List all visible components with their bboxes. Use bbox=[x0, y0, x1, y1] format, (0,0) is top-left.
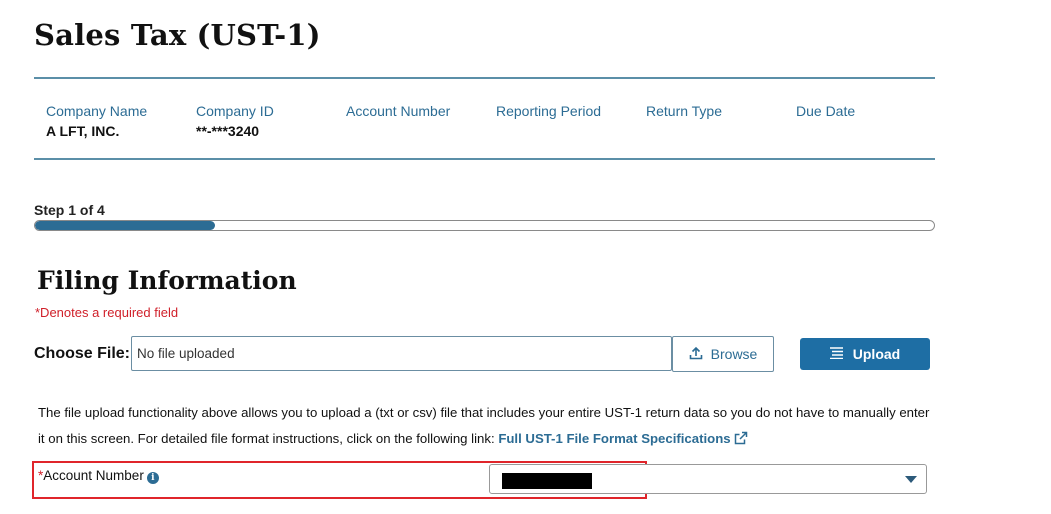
company-name-field: Company Name A LFT, INC. bbox=[46, 103, 196, 139]
section-title: Filing Information bbox=[37, 266, 297, 295]
company-id-field: Company ID **-***3240 bbox=[196, 103, 346, 139]
progress-bar bbox=[34, 220, 935, 231]
reporting-period-info: Reporting Period bbox=[496, 103, 646, 119]
company-id-label: Company ID bbox=[196, 103, 274, 119]
upload-button[interactable]: Upload bbox=[800, 338, 930, 370]
help-text-body: The file upload functionality above allo… bbox=[38, 405, 930, 446]
return-type-info: Return Type bbox=[646, 103, 796, 119]
filing-info-bar: Company Name A LFT, INC. Company ID **-*… bbox=[34, 77, 935, 160]
account-number-select[interactable] bbox=[489, 464, 927, 494]
account-number-label: *Account Number i bbox=[38, 468, 159, 484]
redacted-value bbox=[502, 473, 592, 489]
page-title: Sales Tax (UST-1) bbox=[34, 18, 321, 52]
upload-arrow-icon bbox=[689, 346, 703, 363]
step-indicator: Step 1 of 4 bbox=[34, 202, 105, 218]
progress-bar-fill bbox=[35, 221, 215, 230]
return-type-label: Return Type bbox=[646, 103, 723, 119]
list-icon bbox=[829, 346, 843, 362]
file-name-input[interactable] bbox=[131, 336, 672, 371]
due-date-info: Due Date bbox=[796, 103, 946, 119]
browse-button[interactable]: Browse bbox=[672, 336, 774, 372]
external-link-icon bbox=[734, 428, 748, 454]
reporting-period-label: Reporting Period bbox=[496, 103, 602, 119]
upload-label: Upload bbox=[852, 346, 901, 362]
browse-label: Browse bbox=[710, 346, 758, 362]
due-date-label: Due Date bbox=[796, 103, 856, 119]
spec-link-label: Full UST-1 File Format Specifications bbox=[498, 431, 731, 446]
info-icon[interactable]: i bbox=[146, 472, 159, 484]
account-number-label-text: Account Number bbox=[43, 468, 144, 483]
chevron-down-icon bbox=[905, 476, 917, 483]
choose-file-label: Choose File: bbox=[34, 345, 131, 362]
account-number-info: Account Number bbox=[346, 103, 496, 119]
company-name-label: Company Name bbox=[46, 103, 148, 119]
help-text: The file upload functionality above allo… bbox=[38, 400, 938, 454]
file-format-spec-link[interactable]: Full UST-1 File Format Specifications bbox=[498, 431, 747, 446]
company-id-value: **-***3240 bbox=[196, 123, 260, 139]
account-number-info-label: Account Number bbox=[346, 103, 451, 119]
company-name-value: A LFT, INC. bbox=[46, 123, 120, 139]
required-field-note: *Denotes a required field bbox=[35, 305, 179, 320]
